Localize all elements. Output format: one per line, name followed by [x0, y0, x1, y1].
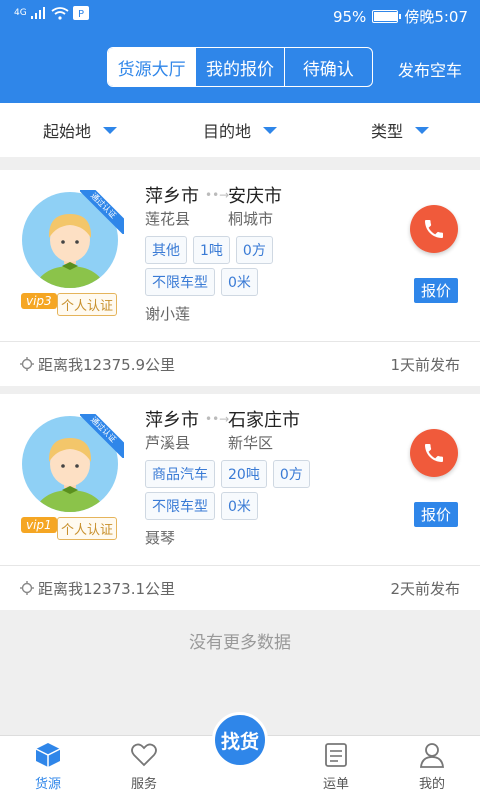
route-line: 萍乡市 ••→ — [145, 406, 235, 432]
quote-button[interactable]: 报价 — [413, 278, 458, 303]
segment-control: 货源大厅 我的报价 待确认 — [107, 47, 373, 87]
cargo-type-tag: 其他 — [145, 236, 187, 264]
destination-county: 桐城市 — [228, 210, 274, 228]
route-arrow-icon: ••→ — [205, 188, 230, 202]
tab-service[interactable]: 服务 — [96, 736, 192, 800]
filter-type[interactable]: 类型 — [320, 103, 480, 157]
location-target-icon — [20, 357, 34, 371]
dropdown-triangle-icon — [415, 126, 429, 134]
volume-tag: 0方 — [272, 460, 310, 488]
tab-waybill[interactable]: 运单 — [288, 736, 384, 800]
volume-tag: 0方 — [235, 236, 273, 264]
vehicle-tags: 不限车型 0米 — [145, 268, 258, 296]
tab-cargo-label: 货源 — [34, 777, 61, 792]
origin-city: 萍乡市 — [145, 186, 199, 207]
dropdown-triangle-icon — [263, 126, 277, 134]
quote-button[interactable]: 报价 — [413, 502, 458, 527]
tab-service-label: 服务 — [130, 777, 157, 792]
battery-percent: 95% — [332, 7, 367, 26]
tab-waybill-label: 运单 — [322, 777, 349, 792]
tab-my-quotes[interactable]: 我的报价 — [195, 48, 283, 86]
verified-ribbon: 通过认证 — [80, 190, 124, 234]
filter-type-label: 类型 — [370, 122, 403, 141]
vehicle-length-tag: 0米 — [221, 268, 258, 296]
phone-icon — [425, 220, 443, 238]
location-target-icon — [20, 581, 34, 595]
vehicle-type-tag: 不限车型 — [145, 492, 215, 520]
dropdown-triangle-icon — [103, 126, 117, 134]
destination-city: 石家庄市 — [228, 410, 300, 431]
signal-icon — [30, 7, 45, 19]
card-footer: 距离我12375.9公里 1天前发布 — [0, 341, 480, 386]
destination-city: 安庆市 — [228, 186, 282, 207]
personal-cert-badge: 个人认证 — [57, 517, 118, 540]
vip-badge: vip1 — [21, 517, 57, 533]
filter-bar: 起始地 目的地 类型 — [0, 103, 480, 157]
filter-destination[interactable]: 目的地 — [160, 103, 320, 157]
filter-destination-label: 目的地 — [202, 122, 251, 141]
tab-pending[interactable]: 待确认 — [283, 48, 372, 86]
posted-time: 1天前发布 — [390, 355, 460, 374]
app-header: 4G P 95% 傍晚5:07 货源大厅 我的报价 待确认 发布空车 — [0, 0, 480, 103]
clock: 傍晚5:07 — [404, 8, 468, 26]
verified-ribbon: 通过认证 — [80, 414, 124, 458]
network-label: 4G — [14, 8, 27, 18]
no-more-data-text: 没有更多数据 — [189, 633, 291, 653]
avatar: 通过认证 — [22, 414, 124, 512]
cargo-type-tag: 商品汽车 — [145, 460, 215, 488]
vehicle-type-tag: 不限车型 — [145, 268, 215, 296]
weight-tag: 1吨 — [193, 236, 230, 264]
weight-tag: 20吨 — [221, 460, 267, 488]
vehicle-length-tag: 0米 — [221, 492, 258, 520]
route-arrow-icon: ••→ — [205, 412, 230, 426]
listing-card[interactable]: 通过认证 vip3 个人认证 萍乡市 ••→ 安庆市 莲花县 桐城市 其他 1吨… — [0, 170, 480, 386]
listing-card[interactable]: 通过认证 vip1 个人认证 萍乡市 ••→ 石家庄市 芦溪县 新华区 商品汽车… — [0, 394, 480, 610]
user-icon — [420, 743, 444, 768]
filter-origin-label: 起始地 — [42, 122, 91, 141]
status-bar: 4G P 95% 傍晚5:07 — [0, 0, 480, 32]
app-notification-icon: P — [72, 6, 89, 20]
document-icon — [325, 743, 347, 767]
route-line: 萍乡市 ••→ — [145, 182, 235, 208]
svg-text:P: P — [78, 9, 84, 20]
shipper-name: 聂琴 — [145, 529, 176, 547]
avatar: 通过认证 — [22, 190, 124, 288]
vehicle-tags: 不限车型 0米 — [145, 492, 258, 520]
tab-mine[interactable]: 我的 — [384, 736, 480, 800]
shipper-name: 谢小莲 — [145, 305, 191, 323]
call-button[interactable] — [410, 205, 458, 253]
phone-icon — [425, 444, 443, 462]
cube-icon — [35, 743, 61, 767]
publish-empty-truck-button[interactable]: 发布空车 — [398, 57, 462, 81]
vip-badge: vip3 — [21, 293, 57, 309]
personal-cert-badge: 个人认证 — [57, 293, 118, 316]
destination-county: 新华区 — [228, 434, 274, 452]
cargo-tags: 其他 1吨 0方 — [145, 236, 273, 264]
call-button[interactable] — [410, 429, 458, 477]
card-footer: 距离我12373.1公里 2天前发布 — [0, 565, 480, 610]
filter-origin[interactable]: 起始地 — [0, 103, 160, 157]
wifi-icon — [51, 6, 69, 20]
cargo-tags: 商品汽车 20吨 0方 — [145, 460, 310, 488]
tab-cargo[interactable]: 货源 — [0, 736, 96, 800]
heart-icon — [131, 743, 157, 767]
posted-time: 2天前发布 — [390, 579, 460, 598]
find-cargo-button[interactable]: 找货 — [212, 712, 268, 768]
origin-county: 莲花县 — [145, 210, 191, 228]
battery-icon — [372, 10, 402, 23]
tab-cargo-hall[interactable]: 货源大厅 — [108, 48, 196, 86]
origin-county: 芦溪县 — [145, 434, 191, 452]
distance-text: 距离我12373.1公里 — [38, 579, 176, 598]
tab-mine-label: 我的 — [418, 777, 445, 792]
origin-city: 萍乡市 — [145, 410, 199, 431]
distance-text: 距离我12375.9公里 — [38, 355, 176, 374]
